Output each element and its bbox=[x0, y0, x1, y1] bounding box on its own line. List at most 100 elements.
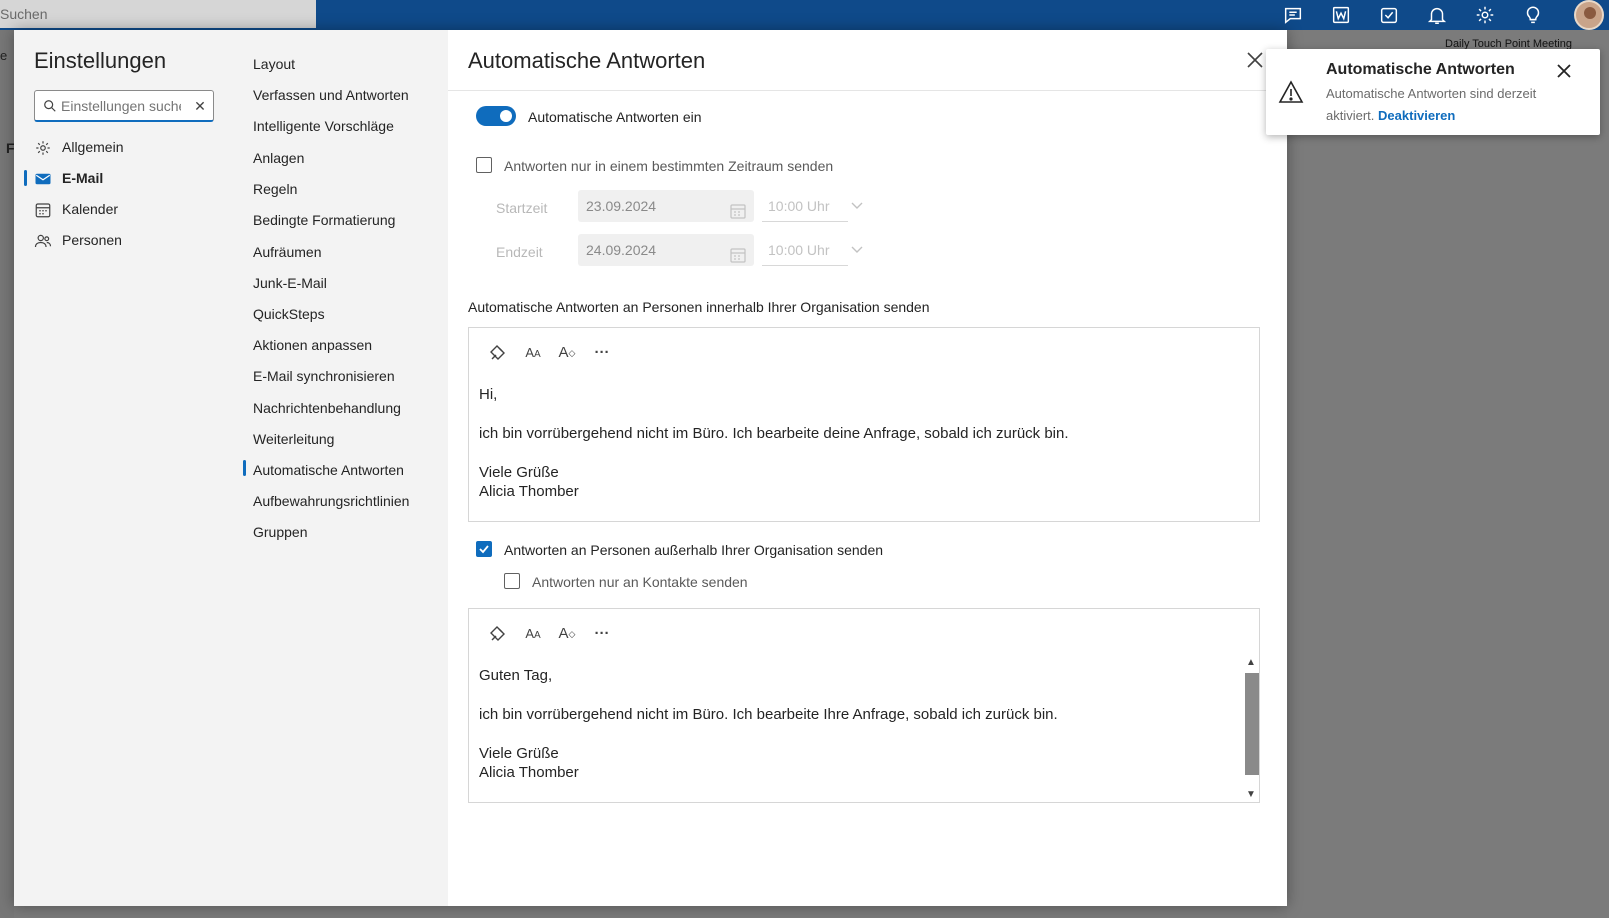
checkmark-icon bbox=[479, 545, 489, 554]
contacts-only-checkbox[interactable] bbox=[504, 573, 520, 589]
top-bar: Suchen bbox=[0, 0, 1609, 30]
format-painter-icon[interactable] bbox=[487, 623, 509, 645]
text-effects-icon[interactable]: A◇ bbox=[556, 342, 578, 364]
active-subcategory-indicator bbox=[243, 460, 246, 476]
subcategory-nachrichtenbehandlung[interactable]: Nachrichtenbehandlung bbox=[253, 400, 401, 416]
contacts-only-label: Antworten nur an Kontakte senden bbox=[532, 574, 748, 590]
internal-reply-label: Automatische Antworten an Personen inner… bbox=[468, 299, 930, 315]
text-effects-icon[interactable]: A◇ bbox=[556, 623, 578, 645]
external-reply-label: Antworten an Personen außerhalb Ihrer Or… bbox=[504, 542, 884, 558]
category-label: E-Mail bbox=[62, 170, 104, 186]
word-icon[interactable] bbox=[1330, 4, 1352, 26]
format-painter-icon[interactable] bbox=[487, 342, 509, 364]
header-divider bbox=[448, 90, 1287, 91]
gear-icon bbox=[34, 138, 52, 156]
close-dialog-button[interactable] bbox=[1241, 46, 1269, 74]
tasks-icon[interactable] bbox=[1378, 4, 1400, 26]
end-date-field[interactable]: 24.09.2024 bbox=[578, 234, 754, 266]
subcategory-weiterleitung[interactable]: Weiterleitung bbox=[253, 431, 334, 447]
message-line[interactable]: Guten Tag, bbox=[479, 667, 552, 684]
subcategory-gruppen[interactable]: Gruppen bbox=[253, 524, 307, 540]
subcategory-aufraeumen[interactable]: Aufräumen bbox=[253, 244, 321, 260]
background-app-right bbox=[1287, 30, 1609, 918]
background-letter: e bbox=[0, 48, 8, 63]
subcategory-anlagen[interactable]: Anlagen bbox=[253, 150, 304, 166]
search-icon bbox=[43, 99, 57, 113]
gear-icon[interactable] bbox=[1474, 4, 1496, 26]
message-line[interactable]: ich bin vorrübergehend nicht im Büro. Ic… bbox=[479, 425, 1069, 442]
end-date-value: 24.09.2024 bbox=[586, 242, 657, 258]
settings-search-input[interactable] bbox=[61, 95, 181, 117]
auto-reply-notification: Automatische Antworten Automatische Antw… bbox=[1266, 49, 1600, 135]
email-subcategories: Layout Verfassen und Antworten Intellige… bbox=[233, 30, 448, 906]
scroll-down-icon[interactable]: ▼ bbox=[1245, 789, 1257, 801]
font-size-icon[interactable]: AA bbox=[522, 342, 544, 364]
message-line[interactable]: Viele Grüße bbox=[479, 464, 559, 481]
subcategory-quicksteps[interactable]: QuickSteps bbox=[253, 306, 325, 322]
message-line[interactable]: ich bin vorrübergehend nicht im Büro. Ic… bbox=[479, 706, 1058, 723]
message-line[interactable]: Hi, bbox=[479, 386, 497, 403]
subcategory-vorschlaege[interactable]: Intelligente Vorschläge bbox=[253, 118, 394, 134]
category-allgemein[interactable]: Allgemein bbox=[34, 133, 224, 161]
message-line[interactable]: Alicia Thomber bbox=[479, 483, 579, 500]
background-app-left: e F bbox=[0, 30, 15, 918]
bell-icon[interactable] bbox=[1426, 4, 1448, 26]
close-notification-button[interactable] bbox=[1554, 61, 1576, 83]
start-date-value: 23.09.2024 bbox=[586, 198, 657, 214]
scroll-up-icon[interactable]: ▲ bbox=[1245, 657, 1257, 669]
time-period-label: Antworten nur in einem bestimmten Zeitra… bbox=[504, 158, 834, 174]
end-time-field[interactable]: 10:00 Uhr bbox=[762, 234, 848, 266]
chevron-down-icon[interactable] bbox=[850, 242, 864, 256]
scroll-thumb[interactable] bbox=[1245, 673, 1259, 775]
font-size-icon[interactable]: AA bbox=[522, 623, 544, 645]
more-icon[interactable]: ··· bbox=[591, 342, 613, 364]
message-line[interactable]: Viele Grüße bbox=[479, 745, 559, 762]
subcategory-aufbewahrung[interactable]: Aufbewahrungsrichtlinien bbox=[253, 493, 409, 509]
subcategory-synchronisieren[interactable]: E-Mail synchronisieren bbox=[253, 368, 395, 384]
close-icon bbox=[1247, 52, 1263, 68]
auto-reply-toggle[interactable] bbox=[476, 106, 516, 126]
avatar[interactable] bbox=[1574, 0, 1604, 30]
category-email[interactable]: E-Mail bbox=[34, 164, 224, 192]
calendar-icon bbox=[730, 242, 746, 263]
settings-dialog: Einstellungen ✕ Allgemein E-Mail Ka bbox=[14, 30, 1287, 906]
people-icon bbox=[34, 231, 52, 249]
notification-title: Automatische Antworten bbox=[1326, 61, 1515, 78]
more-icon[interactable]: ··· bbox=[591, 623, 613, 645]
subcategory-junk[interactable]: Junk-E-Mail bbox=[253, 275, 327, 291]
subcategory-automatische-antworten[interactable]: Automatische Antworten bbox=[253, 462, 404, 478]
page-title: Automatische Antworten bbox=[468, 48, 706, 73]
subcategory-aktionen[interactable]: Aktionen anpassen bbox=[253, 337, 372, 353]
category-personen[interactable]: Personen bbox=[34, 226, 224, 254]
chevron-down-icon[interactable] bbox=[850, 198, 864, 212]
category-label: Personen bbox=[62, 232, 122, 248]
clear-search-icon[interactable]: ✕ bbox=[191, 97, 209, 115]
mail-icon bbox=[34, 169, 52, 187]
editor-scrollbar[interactable]: ▲ ▼ bbox=[1243, 655, 1259, 803]
chat-icon[interactable] bbox=[1282, 4, 1304, 26]
external-reply-checkbox[interactable] bbox=[476, 541, 492, 557]
external-reply-editor[interactable]: AA A◇ ··· Guten Tag, ich bin vorrübergeh… bbox=[468, 608, 1260, 803]
settings-search-box[interactable]: ✕ bbox=[34, 90, 214, 122]
calendar-icon bbox=[34, 200, 52, 218]
subcategory-layout[interactable]: Layout bbox=[253, 56, 295, 72]
settings-title: Einstellungen bbox=[34, 48, 167, 73]
start-time-label: Startzeit bbox=[496, 200, 548, 216]
auto-reply-panel: Automatische Antworten Automatische Antw… bbox=[448, 30, 1287, 906]
notification-message: Automatische Antworten sind derzeit akti… bbox=[1326, 83, 1566, 127]
active-category-indicator bbox=[24, 170, 27, 186]
start-time-field[interactable]: 10:00 Uhr bbox=[762, 190, 848, 222]
time-period-checkbox[interactable] bbox=[476, 157, 492, 173]
deactivate-link[interactable]: Deaktivieren bbox=[1378, 108, 1455, 123]
message-line[interactable]: Alicia Thomber bbox=[479, 764, 579, 781]
global-search-input[interactable]: Suchen bbox=[0, 0, 316, 28]
auto-reply-toggle-label: Automatische Antworten ein bbox=[528, 109, 702, 125]
subcategory-verfassen[interactable]: Verfassen und Antworten bbox=[253, 87, 409, 103]
toggle-knob bbox=[500, 110, 512, 122]
category-kalender[interactable]: Kalender bbox=[34, 195, 224, 223]
start-date-field[interactable]: 23.09.2024 bbox=[578, 190, 754, 222]
subcategory-formatierung[interactable]: Bedingte Formatierung bbox=[253, 212, 395, 228]
internal-reply-editor[interactable]: AA A◇ ··· Hi, ich bin vorrübergehend nic… bbox=[468, 327, 1260, 522]
lightbulb-icon[interactable] bbox=[1522, 4, 1544, 26]
subcategory-regeln[interactable]: Regeln bbox=[253, 181, 297, 197]
